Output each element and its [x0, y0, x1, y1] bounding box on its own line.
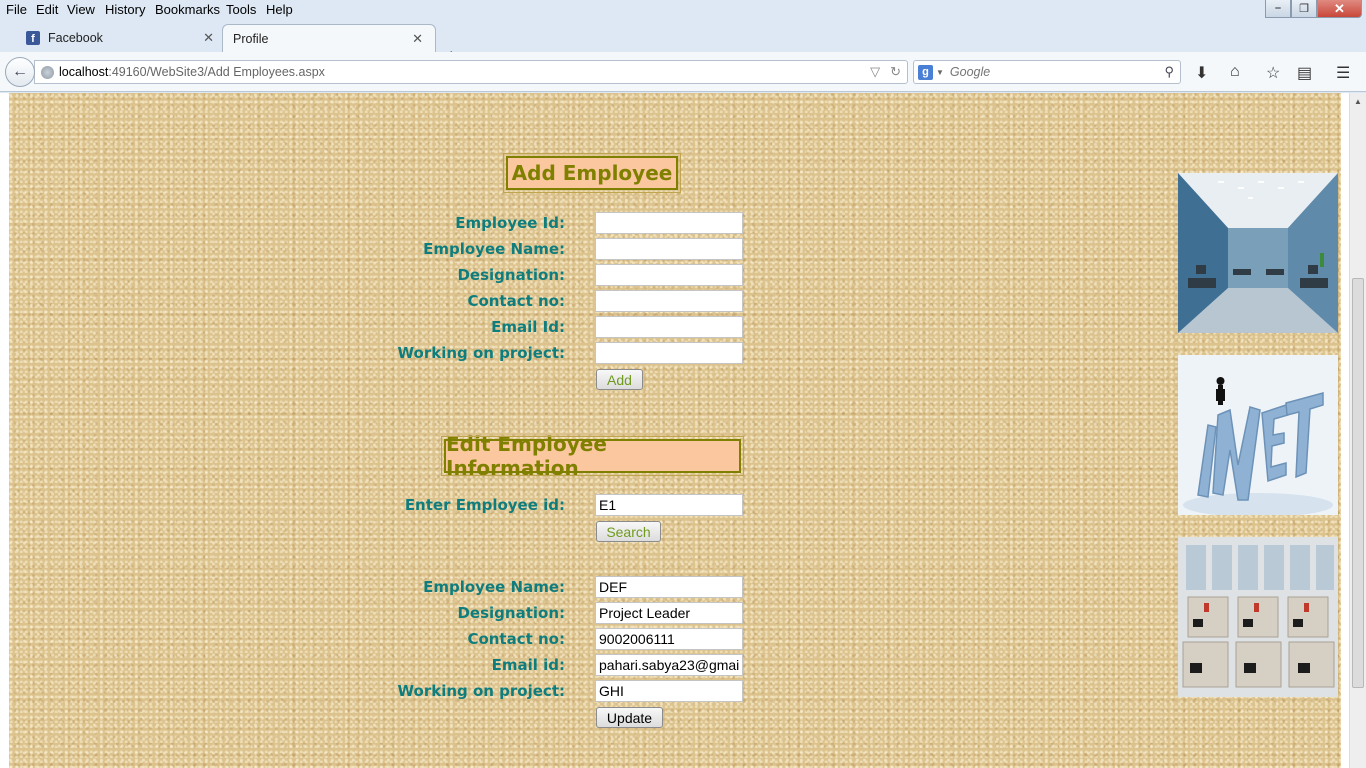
search-button[interactable]: Search: [596, 521, 661, 542]
edit-employee-heading: Edit Employee Information: [441, 432, 744, 480]
scroll-up-arrow-icon[interactable]: ▲: [1354, 97, 1362, 106]
url-bar[interactable]: localhost:49160/WebSite3/Add Employees.a…: [34, 60, 908, 84]
search-input[interactable]: [949, 65, 1160, 79]
dropdown-arrow-icon[interactable]: ▽: [870, 64, 880, 80]
tab-profile[interactable]: Profile ✕: [222, 24, 436, 52]
working-on-project-label: Working on project:: [397, 344, 566, 362]
contact-no-label: Contact no:: [467, 292, 565, 310]
bookmark-star-icon[interactable]: ☆: [1266, 63, 1280, 83]
search-engine-caret-icon[interactable]: ▼: [936, 68, 944, 77]
page-scrollbar[interactable]: ▲: [1349, 93, 1366, 768]
menu-bookmarks[interactable]: Bookmarks: [155, 2, 220, 17]
home-icon[interactable]: ⌂: [1230, 63, 1240, 81]
edit-email-id-label: Email id:: [491, 656, 565, 674]
menu-view[interactable]: View: [67, 2, 95, 17]
email-id-label: Email Id:: [491, 318, 565, 336]
download-icon[interactable]: ⬇: [1195, 63, 1208, 83]
url-host: localhost: [59, 65, 109, 79]
add-button[interactable]: Add: [596, 369, 643, 390]
reload-icon[interactable]: ↻: [890, 64, 901, 80]
edit-designation-input[interactable]: [595, 602, 743, 624]
scrollbar-thumb[interactable]: [1352, 278, 1364, 688]
employee-name-input[interactable]: [595, 238, 743, 260]
dotnet-logo-image: [1178, 355, 1338, 515]
designation-input[interactable]: [595, 264, 743, 286]
page-viewport: Add Employee Employee Id: Employee Name:…: [0, 93, 1366, 768]
back-arrow-icon: ←: [12, 63, 28, 80]
tab-strip: f Facebook ✕ Profile ✕ +: [0, 20, 1366, 66]
edit-contact-no-input[interactable]: [595, 628, 743, 650]
menu-file[interactable]: File: [6, 2, 27, 17]
minimize-icon[interactable]: ⎯: [1265, 0, 1291, 18]
enter-employee-id-label: Enter Employee id:: [404, 496, 565, 514]
designation-label: Designation:: [457, 266, 565, 284]
menu-bar: File Edit View History Bookmarks Tools H…: [0, 0, 1366, 20]
employee-id-search-input[interactable]: [595, 494, 743, 516]
employee-id-label: Employee Id:: [455, 214, 565, 232]
edit-working-on-project-input[interactable]: [595, 680, 743, 702]
search-bar[interactable]: g ▼ ⚲: [913, 60, 1181, 84]
edit-employee-name-label: Employee Name:: [423, 578, 565, 596]
tab-facebook[interactable]: f Facebook ✕: [16, 24, 226, 52]
close-window-icon[interactable]: ✕: [1317, 0, 1362, 18]
working-on-project-input[interactable]: [595, 342, 743, 364]
tab-title: Facebook: [48, 31, 103, 45]
update-button[interactable]: Update: [596, 707, 663, 728]
employee-name-label: Employee Name:: [423, 240, 565, 258]
edit-designation-label: Designation:: [457, 604, 565, 622]
email-id-input[interactable]: [595, 316, 743, 338]
menu-help[interactable]: Help: [266, 2, 293, 17]
add-employee-heading: Add Employee: [503, 153, 681, 193]
menu-history[interactable]: History: [105, 2, 145, 17]
office-interior-image: [1178, 173, 1338, 333]
navigation-bar: localhost:49160/WebSite3/Add Employees.a…: [0, 52, 1366, 92]
window-controls: ⎯ ❐ ✕: [1265, 0, 1362, 18]
back-button[interactable]: ←: [5, 57, 35, 87]
menu-edit[interactable]: Edit: [36, 2, 58, 17]
edit-email-id-input[interactable]: [595, 654, 743, 676]
hamburger-menu-icon[interactable]: ☰: [1336, 63, 1350, 83]
facebook-icon: f: [26, 31, 40, 45]
site-info-icon[interactable]: [41, 65, 54, 79]
edit-contact-no-label: Contact no:: [467, 630, 565, 648]
url-path: :49160/WebSite3/Add Employees.aspx: [108, 65, 325, 79]
google-icon: g: [918, 64, 933, 80]
edit-working-on-project-label: Working on project:: [397, 682, 566, 700]
employee-id-input[interactable]: [595, 212, 743, 234]
reading-list-icon[interactable]: ▤: [1297, 63, 1312, 83]
office-cubicles-image: [1178, 537, 1338, 697]
tab-close-icon[interactable]: ✕: [203, 30, 214, 46]
contact-no-input[interactable]: [595, 290, 743, 312]
menu-tools[interactable]: Tools: [226, 2, 256, 17]
search-icon[interactable]: ⚲: [1164, 64, 1174, 80]
tab-title: Profile: [233, 31, 269, 46]
maximize-icon[interactable]: ❐: [1291, 0, 1317, 18]
tab-close-icon[interactable]: ✕: [412, 31, 423, 47]
page-background: Add Employee Employee Id: Employee Name:…: [9, 93, 1341, 768]
url-actions: ▽ ↻: [870, 64, 901, 80]
edit-employee-name-input[interactable]: [595, 576, 743, 598]
